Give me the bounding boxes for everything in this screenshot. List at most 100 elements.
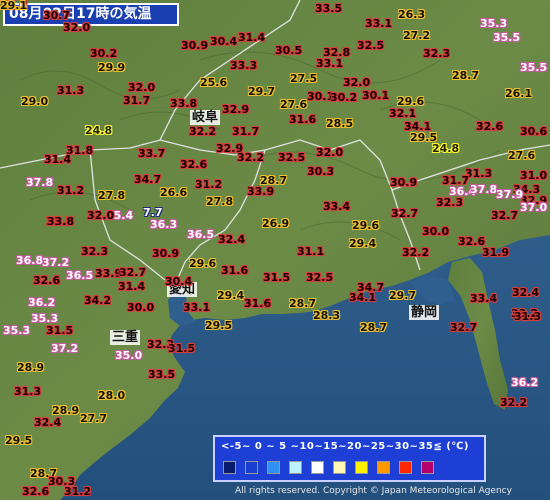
temperature-reading: 27.2 (403, 29, 431, 42)
temperature-reading: 32.6 (180, 158, 208, 171)
temperature-reading: 30.3 (307, 165, 335, 178)
temperature-reading: 25.6 (200, 76, 228, 89)
temperature-reading: 29.7 (389, 289, 417, 302)
temperature-reading: 33.3 (230, 59, 258, 72)
temperature-reading: 30.9 (152, 247, 180, 260)
legend-swatch (333, 461, 346, 474)
temperature-reading: 31.2 (195, 178, 223, 191)
temperature-reading: 32.2 (500, 396, 528, 409)
temperature-reading: 28.9 (17, 361, 45, 374)
temperature-map: 08月02日17時の気温 岐阜 愛知 静岡 三重 30.7 32.0 33.5 33.… (0, 0, 550, 500)
temperature-reading: 36.3 (150, 218, 178, 231)
temperature-reading: 31.5 (168, 342, 196, 355)
legend-swatch (311, 461, 324, 474)
map-title: 08月02日17時の気温 (3, 3, 179, 26)
temperature-reading: 33.9 (247, 185, 275, 198)
temperature-reading: 36.2 (511, 376, 539, 389)
temperature-reading: 36.8 (16, 254, 44, 267)
temperature-reading: 27.6 (280, 98, 308, 111)
temperature-reading: 37.8 (26, 176, 54, 189)
temperature-reading: 31.3 (14, 385, 42, 398)
temperature-reading: 31.3 (57, 84, 85, 97)
temperature-reading: 29.1 (0, 0, 28, 12)
temperature-reading: 30.6 (520, 125, 548, 138)
temperature-reading: 37.2 (51, 342, 79, 355)
temperature-reading: 33.8 (47, 215, 75, 228)
temperature-reading: 31.3 (514, 310, 542, 323)
temperature-reading: 32.2 (189, 125, 217, 138)
temperature-reading: 36.5 (66, 269, 94, 282)
temperature-reading: 33.1 (316, 57, 344, 70)
temperature-reading: 27.8 (206, 195, 234, 208)
temperature-reading: 24.8 (432, 142, 460, 155)
temperature-reading: 27.5 (290, 72, 318, 85)
temperature-reading: 32.7 (391, 207, 419, 220)
temperature-reading: 29.9 (98, 61, 126, 74)
temperature-reading: 35.5 (520, 61, 548, 74)
temperature-reading: 32.6 (476, 120, 504, 133)
temperature-reading: 34.1 (349, 291, 377, 304)
temperature-reading: 32.5 (306, 271, 334, 284)
temperature-reading: 32.6 (22, 485, 50, 498)
temperature-reading: 33.1 (183, 301, 211, 314)
temperature-reading: 32.7 (450, 321, 478, 334)
legend-swatch (377, 461, 390, 474)
temperature-reading: 32.0 (316, 146, 344, 159)
legend-swatch (289, 461, 302, 474)
temperature-reading: 30.0 (127, 301, 155, 314)
temperature-reading: 30.4 (210, 35, 238, 48)
temperature-reading: 31.4 (238, 31, 266, 44)
temperature-reading: 31.2 (64, 485, 92, 498)
legend-swatches (223, 461, 434, 474)
temperature-reading: 31.6 (221, 264, 249, 277)
temperature-reading: 31.5 (263, 271, 291, 284)
temperature-reading: 24.8 (85, 124, 113, 137)
temperature-reading: 29.0 (21, 95, 49, 108)
temperature-reading: 29.7 (248, 85, 276, 98)
temperature-reading: 31.7 (123, 94, 151, 107)
temperature-reading: 32.5 (278, 151, 306, 164)
temperature-reading: 37.2 (42, 256, 70, 269)
temperature-reading: 26.3 (398, 8, 426, 21)
temperature-reading: 32.6 (33, 274, 61, 287)
temperature-reading: 33.8 (170, 97, 198, 110)
legend-swatch (355, 461, 368, 474)
temperature-reading: 29.6 (352, 219, 380, 232)
temperature-reading: 29.6 (189, 257, 217, 270)
temperature-reading: 30.0 (422, 225, 450, 238)
temperature-reading: 27.6 (508, 149, 536, 162)
legend-swatch (267, 461, 280, 474)
temperature-reading: 33.4 (323, 200, 351, 213)
temperature-reading: 32.7 (119, 266, 147, 279)
temperature-reading: 35.0 (115, 349, 143, 362)
temperature-reading: 32.4 (218, 233, 246, 246)
temperature-reading: 33.1 (365, 17, 393, 30)
legend-swatch (245, 461, 258, 474)
temperature-reading: 31.6 (289, 113, 317, 126)
temperature-reading: 33.4 (470, 292, 498, 305)
prefecture-label-gifu: 岐阜 (190, 110, 221, 125)
temperature-reading: 30.9 (181, 39, 209, 52)
temperature-reading: 27.8 (98, 189, 126, 202)
temperature-reading: 30.9 (390, 176, 418, 189)
temperature-reading: 32.5 (357, 39, 385, 52)
legend-swatch (421, 461, 434, 474)
temperature-reading: 32.7 (491, 209, 519, 222)
temperature-reading: 30.5 (275, 44, 303, 57)
legend-ranges: <-5~ 0 ~ 5 ~10~15~20~25~30~35≦ (℃) (221, 441, 469, 452)
temperature-reading: 29.5 (205, 319, 233, 332)
temperature-reading: 32.0 (343, 76, 371, 89)
temperature-reading: 32.3 (81, 245, 109, 258)
temperature-reading: 31.1 (297, 245, 325, 258)
temperature-reading: 34.7 (134, 173, 162, 186)
temperature-reading: 32.4 (512, 286, 540, 299)
temperature-reading: 32.1 (389, 107, 417, 120)
temperature-reading: 35.3 (3, 324, 31, 337)
temperature-reading: 32.4 (34, 416, 62, 429)
temperature-reading: 31.9 (482, 246, 510, 259)
copyright-notice: All rights reserved. Copyright © Japan M… (235, 486, 512, 496)
legend: <-5~ 0 ~ 5 ~10~15~20~25~30~35≦ (℃) (213, 435, 486, 482)
temperature-reading: 26.1 (505, 87, 533, 100)
temperature-reading: 32.2 (237, 151, 265, 164)
temperature-reading: 31.2 (57, 184, 85, 197)
